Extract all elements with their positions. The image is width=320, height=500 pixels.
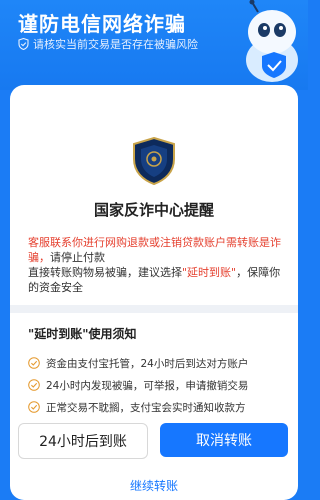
banner-subtitle: 请核实当前交易是否存在被骗风险 bbox=[18, 36, 198, 52]
continue-transfer-link[interactable]: 继续转账 bbox=[10, 477, 298, 494]
warning-highlight-text: "延时到账" bbox=[182, 266, 237, 279]
anti-fraud-card: 国家反诈中心提醒 客服联系你进行网购退款或注销贷款账户需转账是诈骗，请停止付款 … bbox=[10, 85, 298, 500]
warning-advice-text: 直接转账购物易被骗，建议选择 bbox=[28, 266, 182, 279]
check-circle-icon bbox=[28, 379, 40, 391]
warning-stop-text: 请停止付款 bbox=[50, 251, 105, 264]
rule-text: 正常交易不耽搁，支付宝会实时通知收款方 bbox=[46, 401, 246, 414]
banner-subtitle-text: 请核实当前交易是否存在被骗风险 bbox=[33, 38, 198, 51]
notice-title: "延时到账"使用须知 bbox=[28, 327, 137, 341]
list-item: 资金由支付宝托管，24小时后到达对方账户 bbox=[28, 353, 290, 373]
list-item: 24小时内发现被骗，可举报，申请撤销交易 bbox=[28, 375, 290, 395]
shield-check-icon bbox=[18, 38, 29, 50]
cancel-transfer-button[interactable]: 取消转账 bbox=[160, 423, 288, 457]
card-title: 国家反诈中心提醒 bbox=[93, 201, 214, 219]
check-circle-icon bbox=[28, 401, 40, 413]
section-divider bbox=[10, 305, 298, 313]
robot-mascot-icon bbox=[246, 0, 298, 82]
fraud-warning-text: 客服联系你进行网购退款或注销贷款账户需转账是诈骗，请停止付款 直接转账购物易被骗… bbox=[28, 235, 290, 295]
delay-transfer-button[interactable]: 24小时后到账 bbox=[18, 423, 148, 459]
list-item: 正常交易不耽搁，支付宝会实时通知收款方 bbox=[28, 397, 290, 417]
notice-rule-list: 资金由支付宝托管，24小时后到达对方账户 24小时内发现被骗，可举报，申请撤销交… bbox=[28, 353, 290, 419]
rule-text: 资金由支付宝托管，24小时后到达对方账户 bbox=[46, 357, 249, 370]
police-badge-icon bbox=[133, 137, 175, 185]
warning-banner: 谨防电信网络诈骗 请核实当前交易是否存在被骗风险 bbox=[0, 0, 308, 90]
check-circle-icon bbox=[28, 357, 40, 369]
rule-text: 24小时内发现被骗，可举报，申请撤销交易 bbox=[46, 379, 249, 392]
banner-title: 谨防电信网络诈骗 bbox=[18, 12, 186, 36]
